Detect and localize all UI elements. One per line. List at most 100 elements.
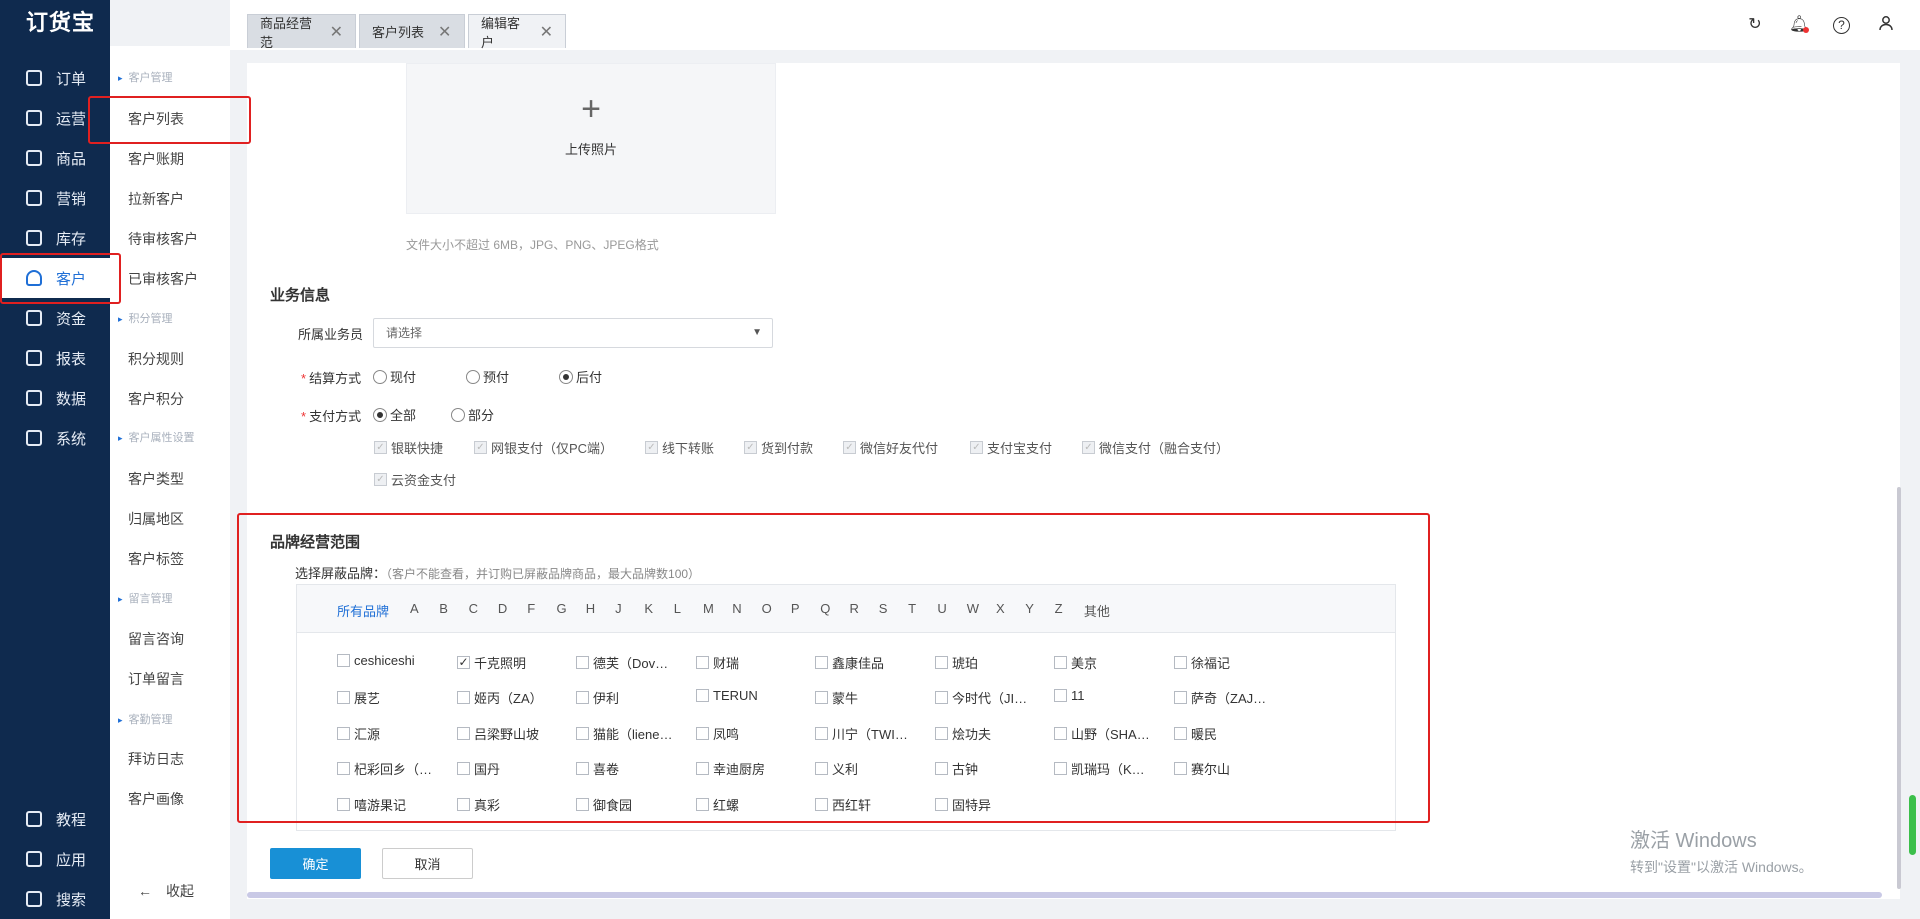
- settle-label: * 结算方式: [301, 371, 362, 386]
- warehouse-icon: [26, 230, 42, 246]
- plus-icon: +: [581, 90, 601, 128]
- arrow-left-icon: ←: [138, 883, 152, 899]
- cancel-button[interactable]: 取消: [382, 848, 473, 879]
- subnav-item[interactable]: 拜访日志: [128, 749, 184, 769]
- goods-icon: [26, 150, 42, 166]
- nav-bottom-1[interactable]: 应用: [0, 839, 110, 879]
- nav-item-label: 教程: [56, 811, 87, 829]
- subnav-item[interactable]: 留言咨询: [128, 629, 184, 649]
- marketing-icon: [26, 190, 42, 206]
- close-icon[interactable]: ✕: [438, 22, 451, 42]
- confirm-button[interactable]: 确定: [270, 848, 361, 879]
- help-icon[interactable]: ?: [1833, 17, 1850, 34]
- operation-icon: [26, 110, 42, 126]
- subnav-item[interactable]: 客户账期: [128, 149, 184, 169]
- section-business-title: 业务信息: [270, 287, 331, 304]
- pay-method-ebank: ✓ 网银支付（仅PC端）: [474, 438, 613, 457]
- settle-radio-postpay[interactable]: 后付: [559, 367, 602, 386]
- search-icon: [26, 891, 42, 907]
- pay-method-alipay: ✓ 支付宝支付: [970, 438, 1052, 457]
- subnav-item[interactable]: 客户积分: [128, 389, 184, 409]
- highlight-box-customer-list: [88, 96, 251, 144]
- nav-item-label: 报表: [56, 350, 87, 368]
- top-bar: 商品经营范 ✕ 客户列表 ✕ 编辑客户 ✕ ↻ 🔔︎ ?: [230, 0, 1920, 50]
- settle-radio-cash[interactable]: 现付: [373, 367, 416, 386]
- data-icon: [26, 390, 42, 406]
- nav-item-label: 系统: [56, 430, 87, 448]
- subnav-item[interactable]: 积分规则: [128, 349, 184, 369]
- nav-item-label: 搜索: [56, 891, 87, 909]
- nav-item-0[interactable]: 订单: [0, 58, 110, 98]
- pie-chart-icon: [26, 350, 42, 366]
- nav-item-4[interactable]: 库存: [0, 218, 110, 258]
- pay-method-wechat-merged: ✓ 微信支付（融合支付）: [1082, 438, 1229, 457]
- play-icon: [26, 811, 42, 827]
- nav-item-label: 商品: [56, 150, 87, 168]
- pay-method-wechat-friend: ✓ 微信好友代付: [843, 438, 938, 457]
- caret-down-icon: ▼: [752, 327, 762, 338]
- tab-customer-list[interactable]: 客户列表 ✕: [359, 14, 465, 48]
- nav-item-label: 订单: [56, 70, 87, 88]
- subnav-item[interactable]: 客户标签: [128, 549, 184, 569]
- user-icon[interactable]: [1876, 15, 1896, 35]
- tab-edit-customer[interactable]: 编辑客户 ✕: [468, 14, 566, 50]
- monitor-icon: [26, 430, 42, 446]
- close-icon[interactable]: ✕: [540, 22, 553, 42]
- subnav-item[interactable]: 已审核客户: [128, 269, 198, 289]
- subnav-item[interactable]: 客户画像: [128, 789, 184, 809]
- nav-item-3[interactable]: 营销: [0, 178, 110, 218]
- notification-dot: [1803, 27, 1809, 33]
- nav-item-label: 应用: [56, 851, 87, 869]
- subnav-group: 客勤管理: [118, 711, 173, 727]
- subnav-item[interactable]: 拉新客户: [128, 189, 184, 209]
- pay-radio-all[interactable]: 全部: [373, 405, 416, 424]
- close-icon[interactable]: ✕: [330, 22, 343, 42]
- pay-method-transfer: ✓ 线下转账: [645, 438, 714, 457]
- side-indicator: [1909, 795, 1916, 855]
- salesman-select[interactable]: 请选择 ▼: [373, 318, 773, 348]
- tab-label: 商品经营范: [260, 15, 313, 50]
- app-logo: 订货宝: [26, 10, 96, 35]
- collapse-button[interactable]: ← 收起: [138, 881, 194, 901]
- pay-method-unionpay: ✓ 银联快捷: [374, 438, 443, 457]
- subnav-group: 客户属性设置: [118, 429, 195, 445]
- order-icon: [26, 70, 42, 86]
- highlight-box-brand-scope: [237, 513, 1430, 823]
- nav-item-9[interactable]: 系统: [0, 418, 110, 458]
- upload-hint: 文件大小不超过 6MB，JPG、PNG、JPEG格式: [406, 238, 659, 252]
- subnav-item[interactable]: 待审核客户: [128, 229, 198, 249]
- tab-goods-scope[interactable]: 商品经营范 ✕: [247, 14, 356, 50]
- settle-radio-prepay[interactable]: 预付: [466, 367, 509, 386]
- nav-item-label: 运营: [56, 110, 87, 128]
- horizontal-scrollbar[interactable]: [247, 892, 1882, 898]
- pay-radio-partial[interactable]: 部分: [451, 405, 494, 424]
- subnav-group: 留言管理: [118, 590, 173, 606]
- photo-upload[interactable]: + 上传照片: [406, 63, 776, 214]
- subnav-item[interactable]: 归属地区: [128, 509, 184, 529]
- salesman-value: 请选择: [386, 326, 423, 340]
- sub-nav: 客户管理积分管理客户属性设置留言管理客勤管理客户列表客户账期拉新客户待审核客户已…: [110, 46, 230, 919]
- subnav-group: 客户管理: [118, 69, 173, 85]
- tab-label: 编辑客户: [481, 15, 521, 50]
- nav-bottom-2[interactable]: 搜索: [0, 879, 110, 919]
- subnav-item[interactable]: 订单留言: [128, 669, 184, 689]
- tab-label: 客户列表: [372, 25, 425, 40]
- windows-watermark: 激活 Windows 转到"设置"以激活 Windows。: [1630, 830, 1813, 875]
- nav-item-7[interactable]: 报表: [0, 338, 110, 378]
- refresh-icon[interactable]: ↻: [1745, 15, 1765, 35]
- money-bag-icon: [26, 310, 42, 326]
- nav-item-8[interactable]: 数据: [0, 378, 110, 418]
- nav-item-6[interactable]: 资金: [0, 298, 110, 338]
- nav-bottom-0[interactable]: 教程: [0, 799, 110, 839]
- nav-item-2[interactable]: 商品: [0, 138, 110, 178]
- nav-item-label: 营销: [56, 190, 87, 208]
- upload-label: 上传照片: [564, 142, 617, 157]
- vertical-scrollbar[interactable]: [1897, 487, 1901, 889]
- pay-method-cloud: ✓ 云资金支付: [374, 470, 456, 489]
- subnav-item[interactable]: 客户类型: [128, 469, 184, 489]
- bell-icon[interactable]: 🔔︎: [1789, 15, 1809, 35]
- app-cube-icon: [26, 851, 42, 867]
- salesman-label: 所属业务员: [298, 327, 364, 342]
- nav-item-label: 库存: [56, 230, 87, 248]
- nav-item-label: 资金: [56, 310, 87, 328]
